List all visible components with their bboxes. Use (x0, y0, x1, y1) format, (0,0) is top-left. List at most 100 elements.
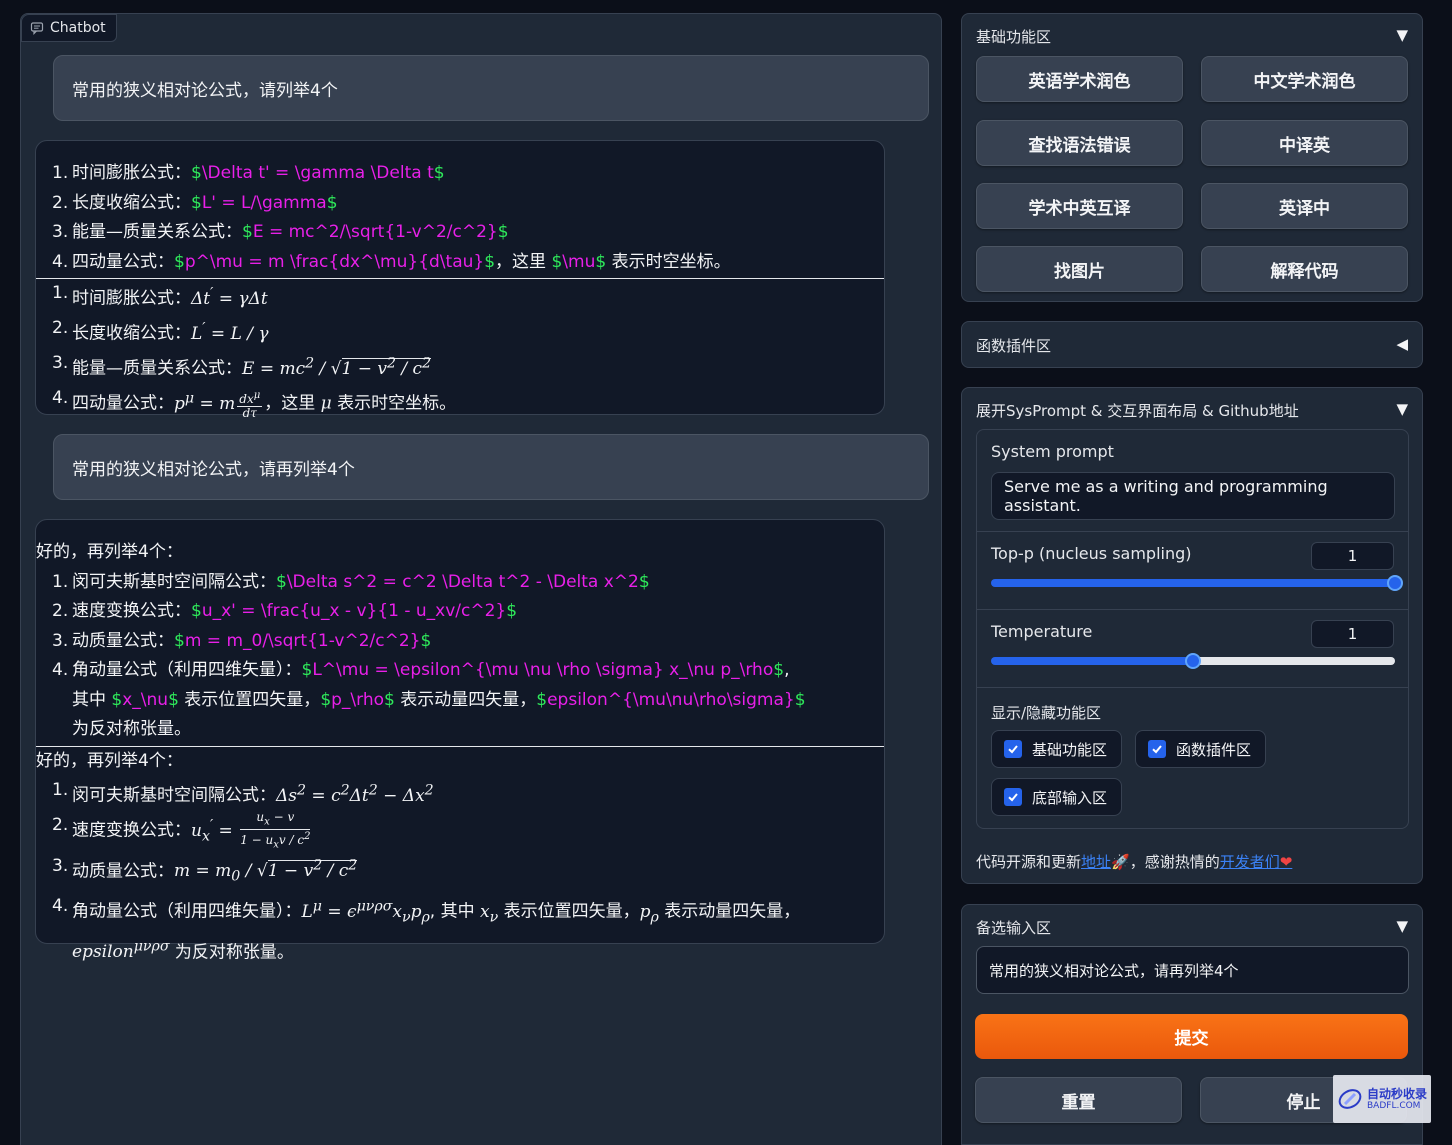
alt-input-header[interactable]: 备选输入区 ▼ (976, 917, 1408, 938)
academic-translate-button[interactable]: 学术中英互译 (976, 183, 1183, 229)
user-message-text: 常用的狭义相对论公式，请再列举4个 (72, 459, 355, 480)
temperature-label: Temperature (991, 622, 1093, 641)
list-item: 4角动量公式（利用四维矢量）：Lμ = ϵμνρσxνpρ, 其中 xν 表示位… (36, 892, 866, 968)
toggle-section: 显示/隐藏功能区 基础功能区 函数插件区 底部输入区 (977, 688, 1408, 828)
formula: Lμ = ϵμνρσxνpρ (301, 898, 430, 926)
temperature-slider[interactable] (991, 653, 1395, 669)
explain-code-button[interactable]: 解释代码 (1201, 246, 1408, 292)
list-item: 1闵可夫斯基时空间隔公式：Δs2 = c2Δt2 − Δx2 (36, 776, 866, 811)
formula: pμ = m dxμ dτ (174, 390, 263, 421)
rendered-formula-list: 1时间膨胀公式：Δt′ = γΔt 2长度收缩公式：L′ = L / γ 3能量… (36, 279, 866, 420)
chinese-polish-button[interactable]: 中文学术润色 (1201, 56, 1408, 102)
find-image-button[interactable]: 找图片 (976, 246, 1183, 292)
list-item: 1时间膨胀公式：Δt′ = γΔt (36, 279, 866, 314)
list-item: 3动质量公式：m = m0 / √1 − v2 / c2 (36, 852, 866, 893)
rocket-icon: 🚀 (1111, 853, 1130, 871)
checkbox-plugins[interactable]: 函数插件区 (1135, 730, 1267, 768)
reset-button[interactable]: 重置 (975, 1077, 1182, 1123)
list-item: 1时间膨胀公式：$\Delta t' = \gamma \Delta t$ (36, 159, 866, 189)
collapse-triangle-icon[interactable]: ▼ (1396, 26, 1408, 47)
list-item: 2速度变换公式：ux′ = ux − v1 − uxv / c2 (36, 811, 866, 852)
chatbot-label: Chatbot (21, 14, 117, 42)
plugins-title: 函数插件区 (976, 337, 1052, 355)
bot-message: 好的，再列举4个： 1闵可夫斯基时空间隔公式：$\Delta s^2 = c^2… (35, 519, 885, 962)
watermark-logo: 自动秒收录 BADFL.COM (1333, 1075, 1431, 1123)
list-item: 2速度变换公式：$u_x' = \frac{u_x - v}{1 - u_xv/… (36, 597, 866, 627)
sysprompt-panel: 展开SysPrompt & 交互界面布局 & Github地址 ▼ System… (961, 387, 1423, 884)
sysprompt-header[interactable]: 展开SysPrompt & 交互界面布局 & Github地址 ▼ (976, 400, 1408, 421)
alt-input-panel: 备选输入区 ▼ 常用的狭义相对论公式，请再列举4个 (961, 904, 1423, 1008)
formula: L′ = L / γ (191, 320, 269, 344)
watermark-domain: BADFL.COM (1367, 1100, 1421, 1111)
list-item: 3能量—质量关系公式：E = mc2 / √1 − v2 / c2 (36, 349, 866, 384)
alt-input-textarea[interactable]: 常用的狭义相对论公式，请再列举4个 (976, 946, 1409, 994)
bot-message: 1时间膨胀公式：$\Delta t' = \gamma \Delta t$ 2长… (35, 140, 885, 420)
list-item: 2长度收缩公式：L′ = L / γ (36, 314, 866, 349)
temperature-section: Temperature 1 (977, 610, 1408, 688)
top-p-section: Top-p (nucleus sampling) 1 (977, 532, 1408, 610)
basic-functions-header[interactable]: 基础功能区 ▼ (976, 26, 1408, 47)
list-item: 1闵可夫斯基时空间隔公式：$\Delta s^2 = c^2 \Delta t^… (36, 568, 866, 598)
top-p-number-input[interactable]: 1 (1311, 542, 1394, 570)
checkbox-checked-icon[interactable] (1004, 788, 1022, 806)
list-item: 3动质量公式：$m = m_0/\sqrt{1-v^2/c^2}$ (36, 627, 866, 657)
list-item: 4角动量公式（利用四维矢量）：$L^\mu = \epsilon^{\mu \n… (36, 656, 866, 745)
chatbot-panel: Chatbot 常用的狭义相对论公式，请列举4个 1时间膨胀公式：$\Delta… (20, 13, 942, 1145)
en-to-zh-button[interactable]: 英译中 (1201, 183, 1408, 229)
raw-latex-list: 1闵可夫斯基时空间隔公式：$\Delta s^2 = c^2 \Delta t^… (36, 568, 866, 745)
checkbox-bottom-input[interactable]: 底部输入区 (991, 778, 1123, 816)
chat-bubble-icon (30, 22, 44, 35)
checkbox-label: 基础功能区 (1032, 740, 1108, 759)
list-item: 2长度收缩公式：$L' = L/\gamma$ (36, 189, 866, 219)
basic-functions-panel: 基础功能区 ▼ 英语学术润色 中文学术润色 查找语法错误 中译英 学术中英互译 … (961, 13, 1423, 302)
slider-thumb[interactable] (1387, 575, 1403, 591)
rendered-formula-list: 1闵可夫斯基时空间隔公式：Δs2 = c2Δt2 − Δx2 2速度变换公式：u… (36, 776, 866, 968)
zh-to-en-button[interactable]: 中译英 (1201, 120, 1408, 166)
system-prompt-label: System prompt (991, 442, 1114, 461)
heart-icon: ❤ (1279, 853, 1293, 871)
chatbot-label-text: Chatbot (50, 20, 106, 36)
basic-functions-title: 基础功能区 (976, 28, 1052, 46)
user-message: 常用的狭义相对论公式，请再列举4个 (53, 434, 929, 500)
checkbox-checked-icon[interactable] (1148, 740, 1166, 758)
top-p-label: Top-p (nucleus sampling) (991, 544, 1192, 563)
top-p-slider[interactable] (991, 575, 1403, 591)
rocket-logo-icon (1338, 1089, 1362, 1109)
system-prompt-input[interactable]: Serve me as a writing and programming as… (991, 472, 1395, 520)
submit-button[interactable]: 提交 (975, 1014, 1408, 1059)
collapse-triangle-icon[interactable]: ▼ (1396, 917, 1408, 938)
grammar-check-button[interactable]: 查找语法错误 (976, 120, 1183, 166)
source-link[interactable]: 地址 (1081, 853, 1111, 871)
formula: m = m0 / √1 − v2 / c2 (174, 857, 358, 885)
formula: E = mc2 / √1 − v2 / c2 (242, 355, 432, 379)
reply-intro: 好的，再列举4个： (36, 542, 183, 562)
checkbox-checked-icon[interactable] (1004, 740, 1022, 758)
checkbox-label: 函数插件区 (1176, 740, 1252, 759)
toggle-label: 显示/隐藏功能区 (991, 704, 1102, 722)
user-message-text: 常用的狭义相对论公式，请列举4个 (72, 80, 338, 101)
list-item: 3能量—质量关系公式：$E = mc^2/\sqrt{1-v^2/c^2}$ (36, 218, 866, 248)
sysprompt-title: 展开SysPrompt & 交互界面布局 & Github地址 (976, 402, 1299, 420)
list-item: 4四动量公式：pμ = mdxμdτ，这里 μ 表示时空坐标。 (36, 384, 866, 420)
list-item: 4四动量公式：$p^\mu = m \frac{dx^\mu}{d\tau}$，… (36, 248, 866, 278)
plugins-header[interactable]: 函数插件区 ◀ (976, 335, 1408, 356)
alt-input-title: 备选输入区 (976, 919, 1052, 937)
contributors-link[interactable]: 开发者们❤ (1220, 853, 1293, 871)
system-prompt-section: System prompt Serve me as a writing and … (977, 430, 1408, 532)
reply-intro: 好的，再列举4个： (36, 750, 183, 771)
formula: Δs2 = c2Δt2 − Δx2 (276, 782, 434, 806)
footer-credits: 代码开源和更新地址🚀，感谢热情的开发者们❤ (976, 853, 1293, 871)
plugins-panel[interactable]: 函数插件区 ◀ (961, 321, 1423, 368)
checkbox-basic-functions[interactable]: 基础功能区 (991, 730, 1123, 768)
english-polish-button[interactable]: 英语学术润色 (976, 56, 1183, 102)
checkbox-label: 底部输入区 (1032, 788, 1108, 807)
formula: Δt′ = γΔt (191, 285, 268, 309)
settings-group: System prompt Serve me as a writing and … (976, 429, 1409, 829)
collapse-triangle-icon[interactable]: ▼ (1396, 400, 1408, 421)
raw-latex-list: 1时间膨胀公式：$\Delta t' = \gamma \Delta t$ 2长… (36, 159, 866, 277)
expand-triangle-icon[interactable]: ◀ (1396, 335, 1408, 356)
watermark-text: 自动秒收录 (1367, 1086, 1428, 1101)
formula: ux′ = ux − v1 − uxv / c2 (191, 810, 311, 851)
temperature-number-input[interactable]: 1 (1311, 620, 1394, 648)
slider-thumb[interactable] (1185, 653, 1201, 669)
